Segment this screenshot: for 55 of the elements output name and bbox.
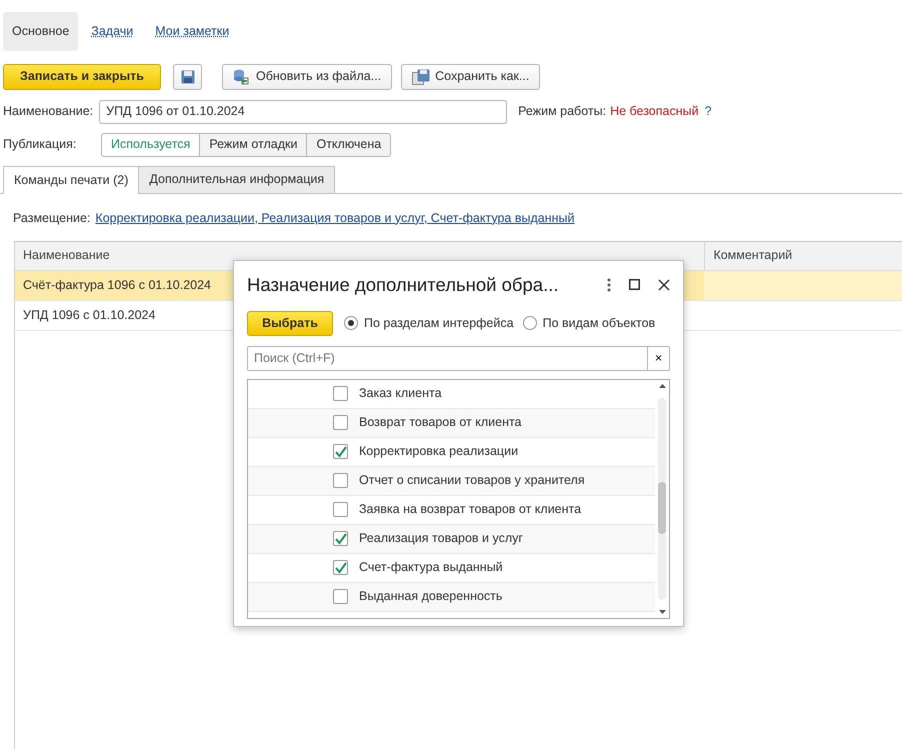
checkbox[interactable] <box>333 502 348 518</box>
checkbox[interactable] <box>333 386 348 402</box>
table-cell-text: УПД 1096 с 01.10.2024 <box>23 306 156 324</box>
field-label: Публикация: <box>3 136 78 154</box>
dialog-title: Назначение дополнительной обра... <box>247 273 558 297</box>
scroll-up-icon <box>658 384 666 388</box>
floppy-stack-icon <box>412 68 430 85</box>
list-item-label: Возврат товаров от клиента <box>359 414 522 432</box>
toolbar-button[interactable]: Сохранить как... <box>401 64 540 90</box>
save-button[interactable] <box>173 64 202 90</box>
page-tab[interactable]: Дополнительная информация <box>138 166 336 193</box>
mode-segment[interactable]: Используется <box>101 132 200 157</box>
radio-option[interactable]: По видам объектов <box>522 314 656 333</box>
list-item-label: Корректировка реализации <box>359 443 518 460</box>
clear-button[interactable]: × <box>648 346 670 371</box>
list-item-label: Счет-фактура выданный <box>359 559 503 576</box>
list-item-label: Заказ клиента <box>359 385 442 402</box>
list-item-label: Выданная доверенность <box>359 588 502 606</box>
field-label: Наименование: <box>3 103 94 120</box>
form-tab[interactable]: Основное <box>3 12 78 51</box>
select-button[interactable]: Выбрать <box>247 310 333 336</box>
checkbox[interactable] <box>333 589 348 604</box>
toolbar-button[interactable]: Обновить из файла... <box>222 64 392 90</box>
checkbox[interactable] <box>333 473 348 488</box>
database-arrow-icon <box>233 68 251 85</box>
form-tab[interactable]: Мои заметки <box>146 12 238 51</box>
mode-value: Не безопасный <box>610 103 699 120</box>
name-field[interactable]: УПД 1096 от 01.10.2024 <box>99 100 508 124</box>
save-and-close-button[interactable]: Записать и закрыть <box>3 64 161 90</box>
checkbox[interactable] <box>333 444 348 460</box>
placement-link[interactable]: Корректировка реализации, Реализация товаров и услуг, Счет-фактура выданный <box>95 208 574 228</box>
close-icon[interactable] <box>658 278 670 291</box>
list-item-label: Отчет о списании товаров у хранителя <box>359 472 585 490</box>
table-cell-text: Счёт-фактура 1096 с 01.10.2024 <box>23 276 212 294</box>
radio-option[interactable]: По разделам интерфейса <box>344 314 514 333</box>
more-icon <box>607 278 611 292</box>
scrollbar-thumb[interactable] <box>658 482 666 534</box>
checkbox[interactable] <box>333 531 348 546</box>
maximize-icon[interactable] <box>629 279 640 290</box>
help-link[interactable]: ? <box>704 102 712 122</box>
list-item-label: Заявка на возврат товаров от клиента <box>359 501 582 518</box>
form-tab[interactable]: Задачи <box>82 12 142 51</box>
floppy-icon <box>180 70 194 84</box>
mode-segment[interactable]: Отключена <box>306 132 392 157</box>
search-field[interactable]: Поиск (Ctrl+F) <box>247 346 648 371</box>
page-tab[interactable]: Команды печати (2) <box>3 166 140 194</box>
mode-segment[interactable]: Режим отладки <box>199 132 308 157</box>
column-header[interactable]: Комментарий <box>704 242 902 270</box>
checkbox[interactable] <box>333 415 348 430</box>
field-label: Размещение: <box>13 210 90 227</box>
scroll-down-icon <box>658 610 666 614</box>
scrollbar-track[interactable] <box>658 398 666 600</box>
checkbox[interactable] <box>333 560 348 576</box>
field-label: Режим работы: <box>518 103 606 120</box>
list-item-label: Реализация товаров и услуг <box>359 530 523 548</box>
